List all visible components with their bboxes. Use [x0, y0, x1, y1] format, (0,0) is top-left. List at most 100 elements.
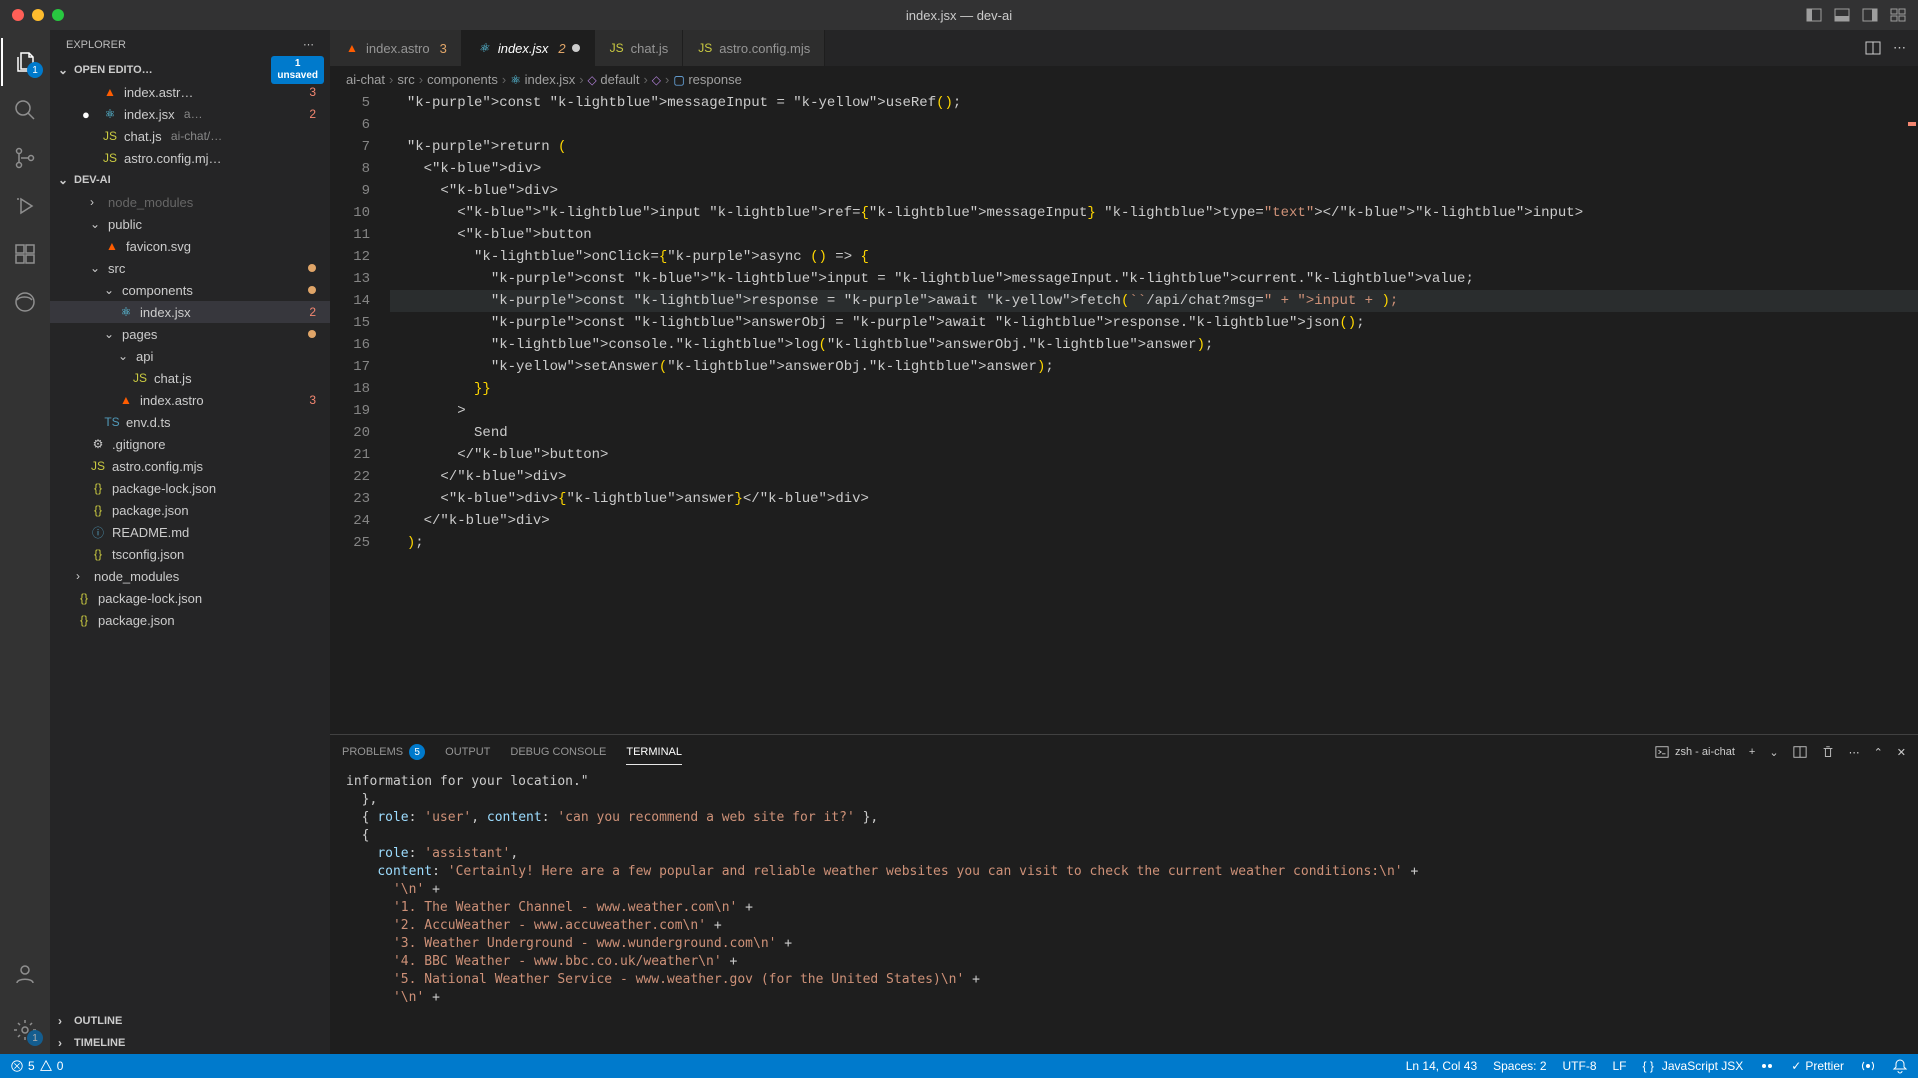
editor-tab[interactable]: ▲index.astro3: [330, 30, 462, 66]
status-spaces[interactable]: Spaces: 2: [1493, 1059, 1546, 1073]
file-item[interactable]: {}package.json: [50, 499, 330, 521]
minimap[interactable]: [1904, 92, 1918, 734]
terminal-tab[interactable]: TERMINAL: [626, 740, 682, 765]
code-line[interactable]: <"k-blue">div>: [390, 180, 1918, 202]
maximize-panel-icon[interactable]: ⌃: [1874, 746, 1883, 759]
folder-item[interactable]: ⌄pages: [50, 323, 330, 345]
file-item[interactable]: {}package-lock.json: [50, 587, 330, 609]
activity-extensions[interactable]: [1, 230, 49, 278]
file-item[interactable]: JSchat.js: [50, 367, 330, 389]
terminal-dropdown-icon[interactable]: ⌄: [1769, 746, 1778, 759]
layout-sidebar-right-icon[interactable]: [1862, 7, 1878, 23]
trash-icon[interactable]: [1821, 745, 1835, 759]
file-item[interactable]: JSastro.config.mjs: [50, 455, 330, 477]
terminal-output[interactable]: information for your location." }, { rol…: [330, 769, 1918, 1054]
breadcrumb-item[interactable]: ◇ default: [588, 72, 640, 87]
code-line[interactable]: }}: [390, 378, 1918, 400]
split-terminal-icon[interactable]: [1793, 745, 1807, 759]
file-item[interactable]: {}tsconfig.json: [50, 543, 330, 565]
code-line[interactable]: <"k-blue">"k-lightblue">input "k-lightbl…: [390, 202, 1918, 224]
editor-tab[interactable]: JSastro.config.mjs: [683, 30, 825, 66]
problems-tab[interactable]: PROBLEMS 5: [342, 738, 425, 766]
layout-sidebar-left-icon[interactable]: [1806, 7, 1822, 23]
outline-header[interactable]: › OUTLINE: [50, 1010, 330, 1032]
file-item[interactable]: ▲favicon.svg: [50, 235, 330, 257]
breadcrumb-item[interactable]: ai-chat: [346, 72, 385, 87]
open-editor-item[interactable]: ▲index.astr…3: [50, 81, 330, 103]
more-icon[interactable]: ⋯: [1893, 40, 1906, 56]
timeline-header[interactable]: › TIMELINE: [50, 1032, 330, 1054]
open-editor-item[interactable]: ●⚛index.jsx a…2: [50, 103, 330, 125]
code-line[interactable]: "k-purple">const "k-lightblue">messageIn…: [390, 92, 1918, 114]
code-line[interactable]: "k-lightblue">console."k-lightblue">log(…: [390, 334, 1918, 356]
code-line[interactable]: "k-purple">return (: [390, 136, 1918, 158]
layout-panel-icon[interactable]: [1834, 7, 1850, 23]
code-line[interactable]: "k-purple">const "k-blue">"k-lightblue">…: [390, 268, 1918, 290]
activity-settings[interactable]: 1: [1, 1006, 49, 1054]
code-line[interactable]: <"k-blue">div>{"k-lightblue">answer}</"k…: [390, 488, 1918, 510]
editor-tab[interactable]: JSchat.js: [595, 30, 684, 66]
file-item[interactable]: {}package-lock.json: [50, 477, 330, 499]
debug-console-tab[interactable]: DEBUG CONSOLE: [510, 740, 606, 764]
open-editors-header[interactable]: ⌄ OPEN EDITO… 1unsaved: [50, 59, 330, 81]
close-panel-icon[interactable]: ✕: [1897, 746, 1906, 759]
layout-customize-icon[interactable]: [1890, 7, 1906, 23]
code-line[interactable]: <"k-blue">button: [390, 224, 1918, 246]
folder-item[interactable]: ⌄api: [50, 345, 330, 367]
file-item[interactable]: ⓘREADME.md: [50, 521, 330, 543]
status-prettier[interactable]: ✓Prettier: [1791, 1059, 1844, 1073]
activity-edge[interactable]: [1, 278, 49, 326]
breadcrumb-item[interactable]: ◇: [652, 72, 661, 87]
folder-item[interactable]: ⌄public: [50, 213, 330, 235]
status-language[interactable]: { }JavaScript JSX: [1643, 1059, 1744, 1073]
terminal-profile[interactable]: zsh - ai-chat: [1655, 745, 1735, 759]
output-tab[interactable]: OUTPUT: [445, 740, 490, 764]
maximize-window[interactable]: [52, 9, 64, 21]
minimize-window[interactable]: [32, 9, 44, 21]
close-window[interactable]: [12, 9, 24, 21]
project-header[interactable]: ⌄ DEV-AI: [50, 169, 330, 191]
copilot-icon[interactable]: [1759, 1058, 1775, 1074]
code-line[interactable]: [390, 114, 1918, 136]
more-icon[interactable]: ⋯: [1849, 746, 1860, 759]
breadcrumb-item[interactable]: ▢ response: [673, 72, 741, 87]
more-icon[interactable]: ⋯: [303, 38, 314, 51]
breadcrumb-item[interactable]: components: [427, 72, 498, 87]
code-line[interactable]: >: [390, 400, 1918, 422]
breadcrumb-item[interactable]: src: [397, 72, 414, 87]
code-line[interactable]: Send: [390, 422, 1918, 444]
code-line[interactable]: "k-yellow">setAnswer("k-lightblue">answe…: [390, 356, 1918, 378]
new-terminal-icon[interactable]: +: [1749, 746, 1755, 758]
activity-debug[interactable]: [1, 182, 49, 230]
code-line[interactable]: "k-purple">const "k-lightblue">answerObj…: [390, 312, 1918, 334]
activity-explorer[interactable]: 1: [1, 38, 49, 86]
activity-scm[interactable]: [1, 134, 49, 182]
code-line[interactable]: </"k-blue">button>: [390, 444, 1918, 466]
file-item[interactable]: TSenv.d.ts: [50, 411, 330, 433]
code-line[interactable]: <"k-blue">div>: [390, 158, 1918, 180]
broadcast-icon[interactable]: [1860, 1058, 1876, 1074]
status-position[interactable]: Ln 14, Col 43: [1406, 1059, 1477, 1073]
file-item[interactable]: {}package.json: [50, 609, 330, 631]
code-line[interactable]: "k-purple">const "k-lightblue">response …: [390, 290, 1918, 312]
status-errors[interactable]: 5 0: [10, 1059, 63, 1073]
folder-item[interactable]: ›node_modules: [50, 565, 330, 587]
file-item[interactable]: ▲index.astro3: [50, 389, 330, 411]
folder-item[interactable]: ⌄src: [50, 257, 330, 279]
activity-search[interactable]: [1, 86, 49, 134]
status-eol[interactable]: LF: [1613, 1059, 1627, 1073]
status-encoding[interactable]: UTF-8: [1563, 1059, 1597, 1073]
code-line[interactable]: "k-lightblue">onClick={"k-purple">async …: [390, 246, 1918, 268]
file-item[interactable]: ⚙.gitignore: [50, 433, 330, 455]
breadcrumb-item[interactable]: ⚛ index.jsx: [510, 72, 575, 87]
code-line[interactable]: </"k-blue">div>: [390, 510, 1918, 532]
folder-item[interactable]: ›node_modules: [50, 191, 330, 213]
breadcrumbs[interactable]: ai-chat›src›components›⚛ index.jsx›◇ def…: [330, 66, 1918, 92]
code-line[interactable]: );: [390, 532, 1918, 554]
folder-item[interactable]: ⌄components: [50, 279, 330, 301]
activity-account[interactable]: [1, 950, 49, 998]
code-editor[interactable]: 5678910111213141516171819202122232425 "k…: [330, 92, 1918, 734]
bell-icon[interactable]: [1892, 1058, 1908, 1074]
open-editor-item[interactable]: JSastro.config.mj…: [50, 147, 330, 169]
open-editor-item[interactable]: JSchat.js ai-chat/…: [50, 125, 330, 147]
